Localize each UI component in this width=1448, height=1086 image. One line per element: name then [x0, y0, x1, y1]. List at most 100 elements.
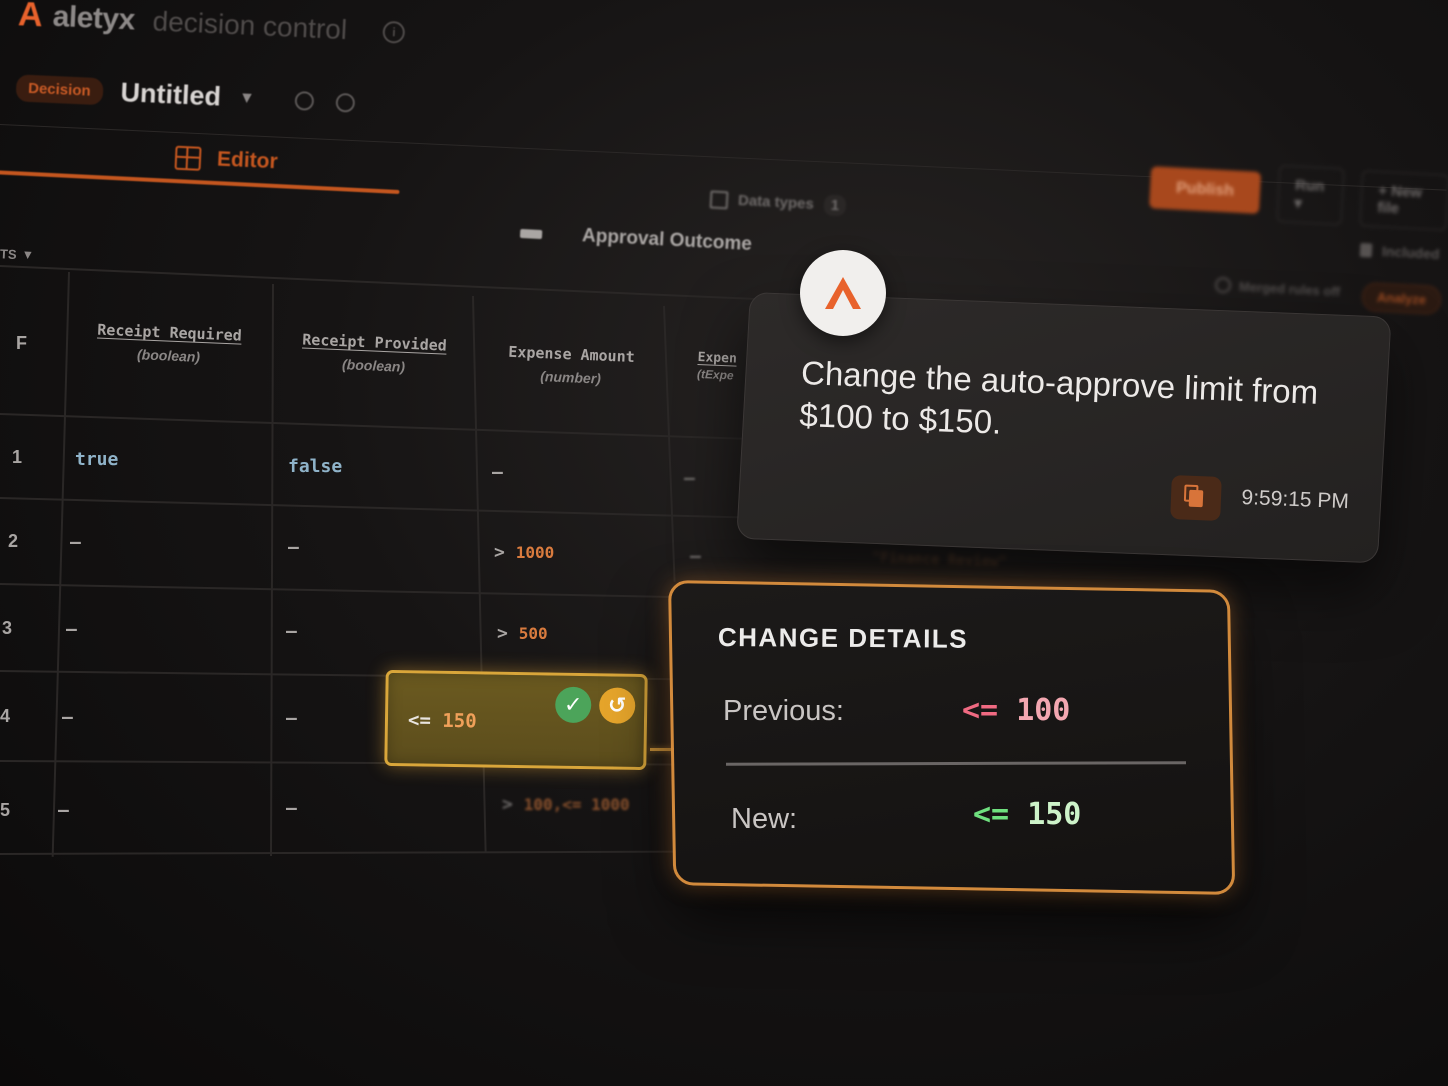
table-cell[interactable]: –: [66, 619, 77, 640]
included-models-tab[interactable]: Included: [1359, 242, 1440, 263]
column-type: (boolean): [136, 346, 201, 365]
undo-icon[interactable]: ↺: [598, 687, 636, 724]
table-cell[interactable]: –: [492, 462, 503, 483]
hit-policy-indicator[interactable]: F: [16, 333, 27, 354]
previous-operator: <=: [962, 693, 999, 728]
cell-operator: >: [497, 623, 508, 644]
new-value: <= 150: [973, 797, 1081, 832]
row-number: 4: [0, 706, 11, 726]
column-header-receipt-required[interactable]: Receipt Required (boolean): [82, 320, 256, 367]
brand-subtitle: decision control: [152, 4, 348, 45]
tab-editor-label: Editor: [216, 147, 279, 174]
column-name: Receipt Provided: [301, 330, 448, 355]
aletyx-logo-icon: [825, 277, 861, 309]
analyze-button[interactable]: Analyze: [1361, 281, 1442, 316]
data-types-label: Data types: [737, 191, 815, 213]
previous-label: Previous:: [723, 695, 844, 727]
table-cell[interactable]: –: [288, 537, 299, 558]
hit-policy-toggle[interactable]: Merged rules off: [1214, 276, 1341, 300]
chevron-down-icon[interactable]: ▼: [239, 89, 256, 108]
column-name: Expense Amount: [508, 342, 636, 366]
table-cell[interactable]: –: [286, 708, 297, 729]
edited-cell-value: <= 150: [408, 709, 477, 732]
chevron-down-icon: ▾: [24, 246, 32, 262]
table-cell[interactable]: –: [286, 621, 297, 642]
assistant-avatar: [800, 250, 886, 336]
brand-name: aletyx: [52, 0, 136, 36]
table-cell[interactable]: > 1000: [494, 542, 554, 563]
toolbar: Publish Run ▾ + New file: [1149, 158, 1448, 231]
tab-editor[interactable]: Editor: [174, 145, 279, 175]
table-cell[interactable]: –: [62, 707, 73, 728]
table-cell[interactable]: false: [288, 456, 342, 477]
edited-cell[interactable]: <= 150 ✓ ↺: [384, 669, 648, 771]
check-icon[interactable]: ✓: [554, 686, 592, 724]
column-header-expense-amount[interactable]: Expense Amount (number): [490, 342, 652, 389]
inputs-toggle-label: TS: [0, 245, 17, 262]
new-file-label: New file: [1376, 182, 1423, 217]
table-cell[interactable]: –: [58, 800, 69, 821]
new-label: New:: [731, 803, 798, 835]
grid-line: [663, 305, 676, 582]
grid-line: [0, 850, 691, 855]
document-title[interactable]: Untitled: [120, 77, 222, 113]
toggle-icon: [1214, 276, 1232, 294]
table-cell[interactable]: –: [690, 546, 701, 567]
table-cell[interactable]: –: [286, 798, 297, 819]
table-cell[interactable]: > 100,<= 1000: [502, 794, 630, 815]
column-type: (boolean): [341, 356, 406, 375]
included-label: Included: [1381, 243, 1440, 263]
shapes-icon: [709, 189, 729, 209]
decision-badge: Decision: [15, 74, 104, 106]
run-button[interactable]: Run ▾: [1276, 164, 1345, 226]
copy-button[interactable]: [1170, 475, 1222, 521]
grid-line: [0, 265, 760, 301]
message-timestamp: 9:59:15 PM: [1241, 486, 1350, 514]
screen: A aletyx decision control i Decision Unt…: [0, 0, 1448, 1086]
document-title-row: Decision Untitled ▼: [15, 72, 356, 118]
edited-cell-number: 150: [442, 709, 477, 733]
aletyx-logo: A: [17, 0, 44, 35]
table-cell[interactable]: > 500: [497, 623, 548, 644]
cell-value: 1000: [515, 543, 555, 562]
row-number: 5: [0, 800, 10, 820]
info-icon[interactable]: i: [382, 20, 406, 44]
grid-line: [0, 497, 760, 519]
table-cell[interactable]: –: [684, 468, 695, 489]
copy-icon: [1188, 489, 1204, 507]
cell-value: 100,<= 1000: [523, 795, 630, 814]
hit-policy-label: Merged rules off: [1238, 278, 1341, 299]
cell-value: 500: [518, 624, 548, 643]
grid-line: [0, 583, 700, 599]
new-number: 150: [1027, 797, 1082, 832]
column-name: Receipt Required: [96, 320, 243, 345]
previous-number: 100: [1016, 693, 1071, 728]
table-cell[interactable]: true: [75, 449, 118, 470]
brand: A aletyx decision control i: [17, 0, 406, 52]
cell-operator: >: [494, 542, 505, 563]
run-label: Run: [1294, 176, 1325, 196]
file-icon: [1359, 242, 1373, 258]
grid-line: [472, 295, 487, 852]
publish-button[interactable]: Publish: [1149, 165, 1261, 214]
history-icon[interactable]: [294, 90, 315, 111]
output-title: Approval Outcome: [581, 225, 753, 256]
inputs-toggle[interactable]: TS ▾: [0, 245, 32, 262]
data-types-tab[interactable]: Data types 1: [709, 188, 847, 217]
output-cell[interactable]: "Finance Review": [872, 550, 1007, 571]
collapse-icon[interactable]: [519, 228, 543, 239]
edited-cell-operator: <=: [407, 709, 432, 732]
change-details-title: CHANGE DETAILS: [717, 622, 969, 654]
output-header: Approval Outcome: [519, 222, 753, 256]
tab-editor-indicator: [0, 170, 400, 195]
row-number: 2: [8, 531, 19, 551]
column-type: (number): [539, 368, 602, 387]
column-header-receipt-provided[interactable]: Receipt Provided (boolean): [288, 330, 460, 377]
table-cell[interactable]: –: [70, 532, 81, 553]
previous-value: <= 100: [962, 693, 1070, 728]
new-file-button[interactable]: + New file: [1359, 169, 1448, 231]
row-number: 3: [2, 618, 13, 638]
grid-line: [270, 284, 274, 857]
grid-line: [51, 272, 70, 857]
settings-icon[interactable]: [335, 92, 356, 113]
